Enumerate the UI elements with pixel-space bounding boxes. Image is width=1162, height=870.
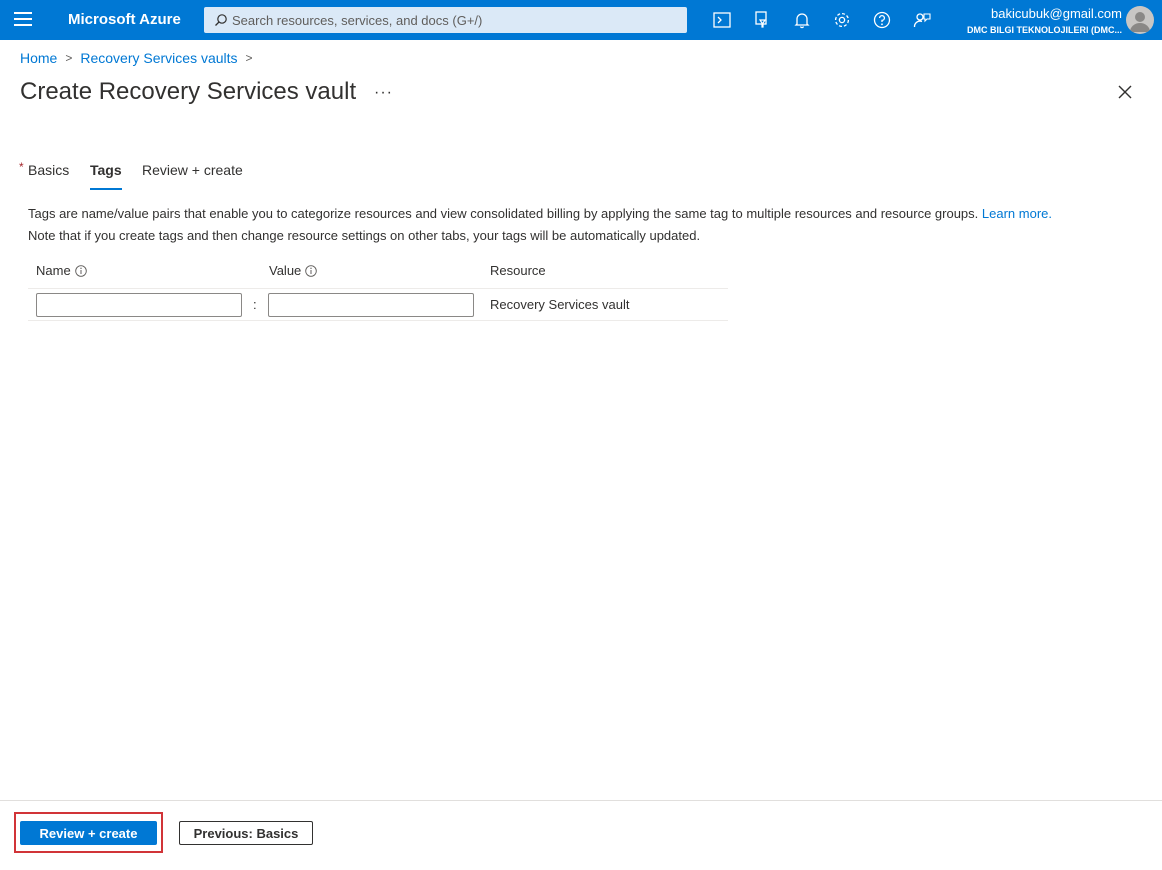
settings-icon[interactable]	[831, 9, 853, 31]
breadcrumb-recovery-services-vaults[interactable]: Recovery Services vaults	[80, 50, 237, 66]
close-icon[interactable]	[1116, 83, 1134, 101]
feedback-icon[interactable]	[911, 9, 933, 31]
search-box[interactable]	[204, 7, 687, 33]
column-header-value: Value	[269, 263, 318, 278]
tags-description: Tags are name/value pairs that enable yo…	[28, 203, 1052, 247]
tab-tags[interactable]: Tags	[90, 162, 122, 190]
directory-filter-icon[interactable]	[751, 9, 773, 31]
column-header-resource: Resource	[490, 263, 546, 278]
brand-title[interactable]: Microsoft Azure	[68, 11, 181, 28]
chevron-right-icon: >	[65, 51, 73, 65]
cloud-shell-icon[interactable]	[711, 9, 733, 31]
chevron-right-icon: >	[245, 51, 253, 65]
review-create-button[interactable]: Review + create	[20, 821, 157, 845]
column-header-name: Name	[36, 263, 87, 278]
page-title: Create Recovery Services vault	[20, 78, 357, 105]
tab-review-create[interactable]: Review + create	[142, 162, 243, 188]
tab-basics[interactable]: * Basics	[19, 160, 70, 188]
info-icon[interactable]	[305, 264, 318, 277]
search-input[interactable]	[232, 7, 682, 33]
notifications-icon[interactable]	[791, 9, 813, 31]
tag-name-input[interactable]	[36, 293, 242, 317]
breadcrumb-home[interactable]: Home	[20, 50, 57, 66]
info-icon[interactable]	[74, 264, 87, 277]
tag-resource-value: Recovery Services vault	[490, 297, 630, 312]
account-info[interactable]: bakicubuk@gmail.com DMC BILGI TEKNOLOJIL…	[967, 6, 1122, 36]
account-email: bakicubuk@gmail.com	[991, 6, 1122, 21]
name-value-separator: :	[253, 297, 257, 312]
more-options-button[interactable]: ···	[374, 84, 393, 102]
breadcrumb: Home > Recovery Services vaults >	[20, 50, 261, 66]
account-org: DMC BILGI TEKNOLOJILERI (DMC...	[967, 25, 1122, 35]
top-bar: Microsoft Azure bakicubuk@gmail.com DMC …	[0, 0, 1162, 40]
tag-value-input[interactable]	[268, 293, 474, 317]
grid-divider	[28, 320, 728, 321]
menu-icon[interactable]	[14, 12, 32, 28]
required-marker: *	[19, 160, 24, 174]
footer-bar	[0, 800, 1162, 870]
description-line-1: Tags are name/value pairs that enable yo…	[28, 206, 1052, 221]
avatar[interactable]	[1126, 6, 1154, 34]
help-icon[interactable]	[871, 9, 893, 31]
description-line-2: Note that if you create tags and then ch…	[28, 228, 701, 243]
search-icon	[215, 14, 227, 26]
user-icon	[1130, 12, 1150, 32]
learn-more-link[interactable]: Learn more.	[982, 206, 1052, 221]
grid-divider	[28, 288, 728, 289]
previous-basics-button[interactable]: Previous: Basics	[179, 821, 313, 845]
tab-basics-label: Basics	[28, 162, 70, 178]
